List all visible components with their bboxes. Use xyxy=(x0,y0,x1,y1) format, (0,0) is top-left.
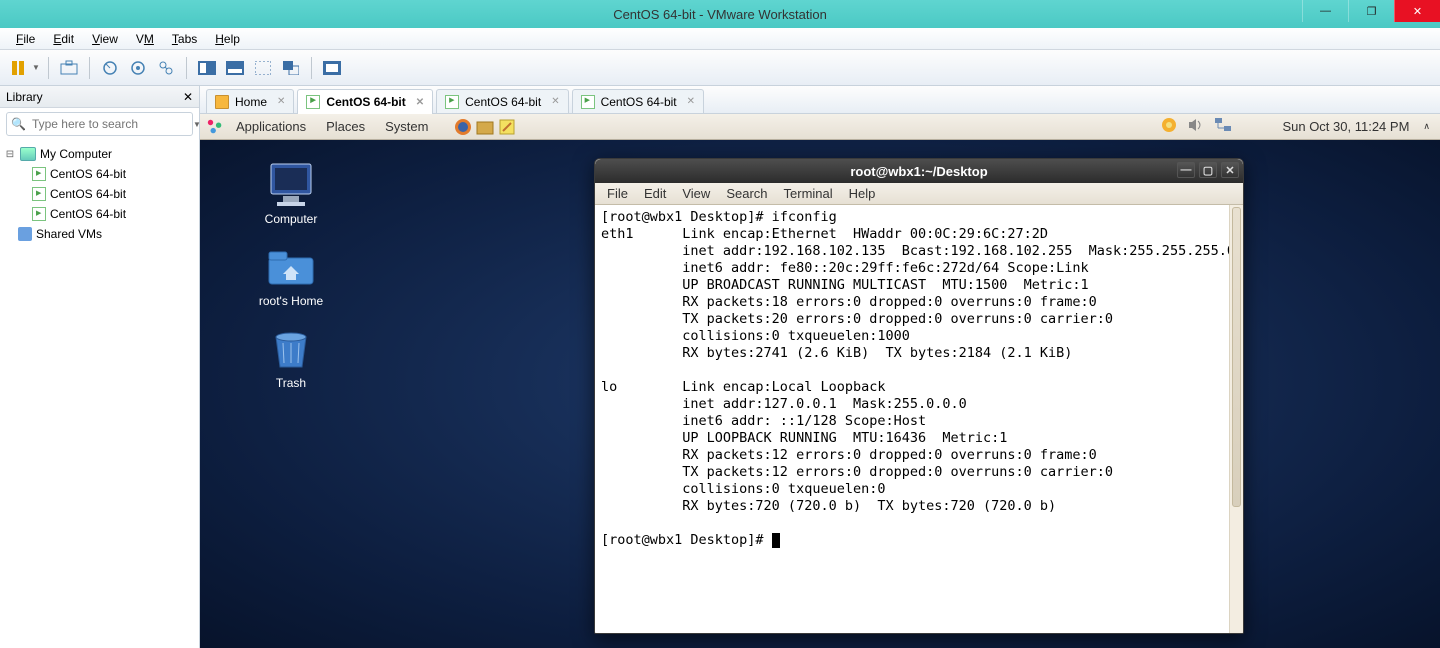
chevron-up-icon[interactable]: ∧ xyxy=(1423,121,1430,132)
view1-button[interactable] xyxy=(195,56,219,80)
notes-icon[interactable] xyxy=(498,118,516,136)
scrollbar[interactable] xyxy=(1229,205,1243,633)
library-header: Library ✕ xyxy=(0,86,199,108)
menu-vm[interactable]: VM xyxy=(128,30,162,48)
library-tree: ⊟ My Computer CentOS 64-bit CentOS 64-bi… xyxy=(0,140,199,648)
close-icon[interactable]: ✕ xyxy=(687,96,695,107)
pause-button[interactable] xyxy=(6,56,30,80)
term-menu-edit[interactable]: Edit xyxy=(636,184,674,203)
tree-node-vm[interactable]: CentOS 64-bit xyxy=(2,184,197,204)
firefox-icon[interactable] xyxy=(454,118,472,136)
volume-icon[interactable] xyxy=(1188,118,1204,135)
tab-vm[interactable]: CentOS 64-bit✕ xyxy=(572,89,704,113)
dropdown-icon[interactable]: ▼ xyxy=(32,63,40,72)
terminal-maximize-button[interactable]: ▢ xyxy=(1199,162,1217,178)
vm-tabs: Home✕ CentOS 64-bit✕ CentOS 64-bit✕ Cent… xyxy=(200,86,1440,114)
terminal-body[interactable]: [root@wbx1 Desktop]# ifconfig eth1 Link … xyxy=(595,205,1243,633)
window-titlebar: CentOS 64-bit - VMware Workstation — ❐ ✕ xyxy=(0,0,1440,28)
view2-button[interactable] xyxy=(223,56,247,80)
snapshot2-button[interactable] xyxy=(126,56,150,80)
close-icon[interactable]: ✕ xyxy=(277,96,285,107)
term-menu-file[interactable]: File xyxy=(599,184,636,203)
close-button[interactable]: ✕ xyxy=(1394,0,1440,22)
shared-icon xyxy=(18,227,32,241)
network-icon[interactable] xyxy=(1214,117,1232,136)
terminal-title: root@wbx1:~/Desktop xyxy=(850,164,987,179)
tree-node-my-computer[interactable]: ⊟ My Computer xyxy=(2,144,197,164)
term-menu-terminal[interactable]: Terminal xyxy=(776,184,841,203)
update-icon[interactable] xyxy=(1160,116,1178,137)
library-title: Library xyxy=(6,90,43,104)
close-icon[interactable]: ✕ xyxy=(551,96,559,107)
snapshot-button[interactable] xyxy=(57,56,81,80)
system-tray: Sun Oct 30, 11:24 PM ∧ xyxy=(1160,116,1434,137)
manage-button[interactable] xyxy=(154,56,178,80)
menu-system[interactable]: System xyxy=(377,117,436,136)
menu-view[interactable]: View xyxy=(84,30,126,48)
term-menu-view[interactable]: View xyxy=(674,184,718,203)
tab-vm-active[interactable]: CentOS 64-bit✕ xyxy=(297,89,433,114)
guest-viewport[interactable]: Applications Places System Sun Oct 30, 1… xyxy=(200,114,1440,648)
computer-icon xyxy=(20,147,36,161)
close-icon[interactable]: ✕ xyxy=(416,97,424,108)
menu-tabs[interactable]: Tabs xyxy=(164,30,205,48)
term-menu-search[interactable]: Search xyxy=(718,184,775,203)
files-icon[interactable] xyxy=(476,118,494,136)
tab-vm[interactable]: CentOS 64-bit✕ xyxy=(436,89,568,113)
clock[interactable]: Sun Oct 30, 11:24 PM xyxy=(1282,119,1409,134)
fullscreen-button[interactable] xyxy=(251,56,275,80)
snapshot-icon xyxy=(60,60,78,76)
window-controls: — ❐ ✕ xyxy=(1302,0,1440,22)
minimize-button[interactable]: — xyxy=(1302,0,1348,22)
window-title: CentOS 64-bit - VMware Workstation xyxy=(613,7,827,22)
app-toolbar: ▼ xyxy=(0,50,1440,86)
terminal-menubar: File Edit View Search Terminal Help xyxy=(595,183,1243,205)
tree-node-vm[interactable]: CentOS 64-bit xyxy=(2,204,197,224)
console-button[interactable] xyxy=(320,56,344,80)
desktop-icon-home[interactable]: root's Home xyxy=(246,242,336,308)
scrollbar-thumb[interactable] xyxy=(1232,207,1241,507)
term-menu-help[interactable]: Help xyxy=(841,184,884,203)
terminal-titlebar[interactable]: root@wbx1:~/Desktop — ▢ ✕ xyxy=(595,159,1243,183)
terminal-close-button[interactable]: ✕ xyxy=(1221,162,1239,178)
desktop-icon-computer[interactable]: Computer xyxy=(246,160,336,226)
vm-icon xyxy=(306,95,320,109)
vm-icon xyxy=(445,95,459,109)
terminal-window[interactable]: root@wbx1:~/Desktop — ▢ ✕ File Edit View… xyxy=(594,158,1244,634)
tree-node-vm[interactable]: CentOS 64-bit xyxy=(2,164,197,184)
app-menubar: File Edit View VM Tabs Help xyxy=(0,28,1440,50)
vm-icon xyxy=(32,167,46,181)
search-icon: 🔍 xyxy=(7,117,30,131)
tab-home[interactable]: Home✕ xyxy=(206,89,294,113)
menu-edit[interactable]: Edit xyxy=(45,30,82,48)
library-search[interactable]: 🔍 ▼ xyxy=(6,112,193,136)
vm-icon xyxy=(32,187,46,201)
vm-icon xyxy=(581,95,595,109)
terminal-minimize-button[interactable]: — xyxy=(1177,162,1195,178)
menu-help[interactable]: Help xyxy=(207,30,248,48)
distro-icon[interactable] xyxy=(206,118,224,136)
unity-button[interactable] xyxy=(279,56,303,80)
library-sidebar: Library ✕ 🔍 ▼ ⊟ My Computer CentOS 64-bi… xyxy=(0,86,200,648)
tree-node-shared-vms[interactable]: Shared VMs xyxy=(2,224,197,244)
menu-places[interactable]: Places xyxy=(318,117,373,136)
maximize-button[interactable]: ❐ xyxy=(1348,0,1394,22)
vm-icon xyxy=(32,207,46,221)
menu-applications[interactable]: Applications xyxy=(228,117,314,136)
library-close-icon[interactable]: ✕ xyxy=(183,90,193,104)
desktop-icon-trash[interactable]: Trash xyxy=(246,324,336,390)
home-icon xyxy=(215,95,229,109)
gnome-top-panel: Applications Places System Sun Oct 30, 1… xyxy=(200,114,1440,140)
menu-file[interactable]: File xyxy=(8,30,43,48)
revert-button[interactable] xyxy=(98,56,122,80)
search-input[interactable] xyxy=(30,117,189,131)
